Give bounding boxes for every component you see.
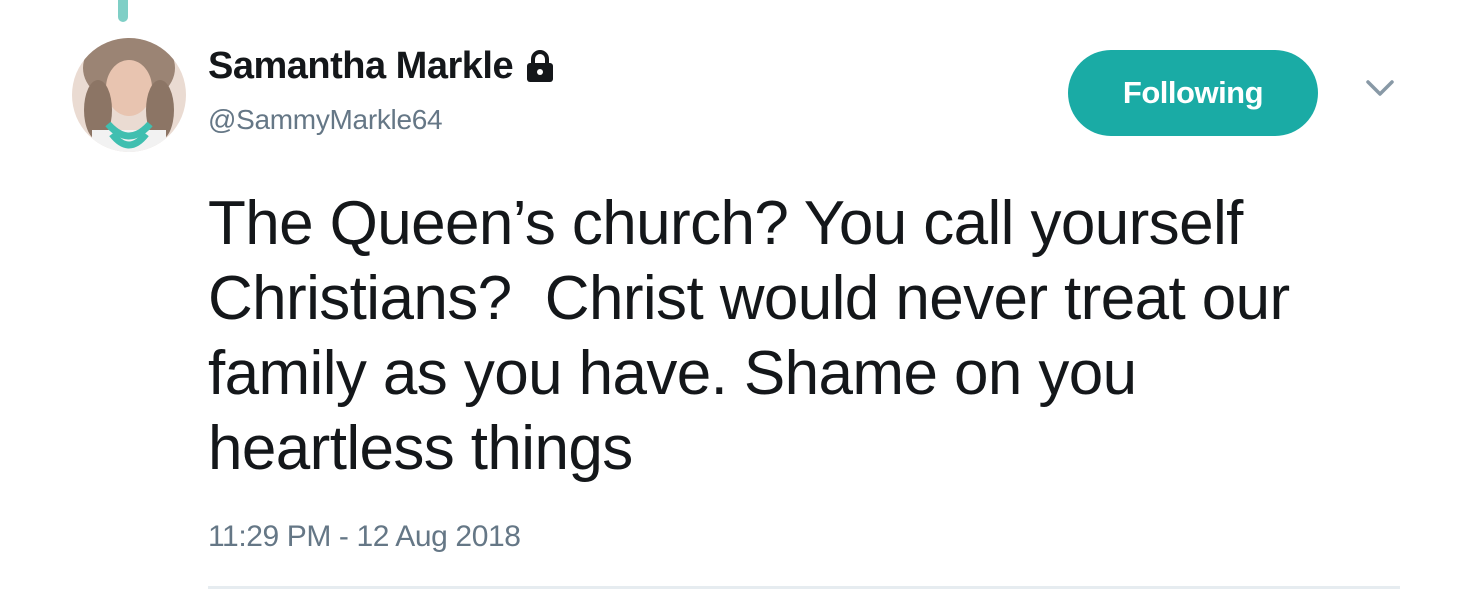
chevron-down-icon[interactable] <box>1364 78 1396 105</box>
tweet-header: Samantha Markle @SammyMarkle64 <box>208 44 555 136</box>
thread-connector-line <box>118 0 128 22</box>
lock-icon <box>525 49 555 88</box>
tweet-timestamp[interactable]: 11:29 PM - 12 Aug 2018 <box>208 520 521 554</box>
avatar-image <box>72 38 186 152</box>
author-handle[interactable]: @SammyMarkle64 <box>208 104 555 136</box>
author-name-row: Samantha Markle <box>208 44 555 88</box>
divider <box>208 586 1400 589</box>
tweet-text: The Queen’s church? You call yourself Ch… <box>208 189 1290 483</box>
following-button[interactable]: Following <box>1068 50 1318 136</box>
author-display-name[interactable]: Samantha Markle <box>208 44 514 88</box>
avatar[interactable] <box>72 38 186 152</box>
